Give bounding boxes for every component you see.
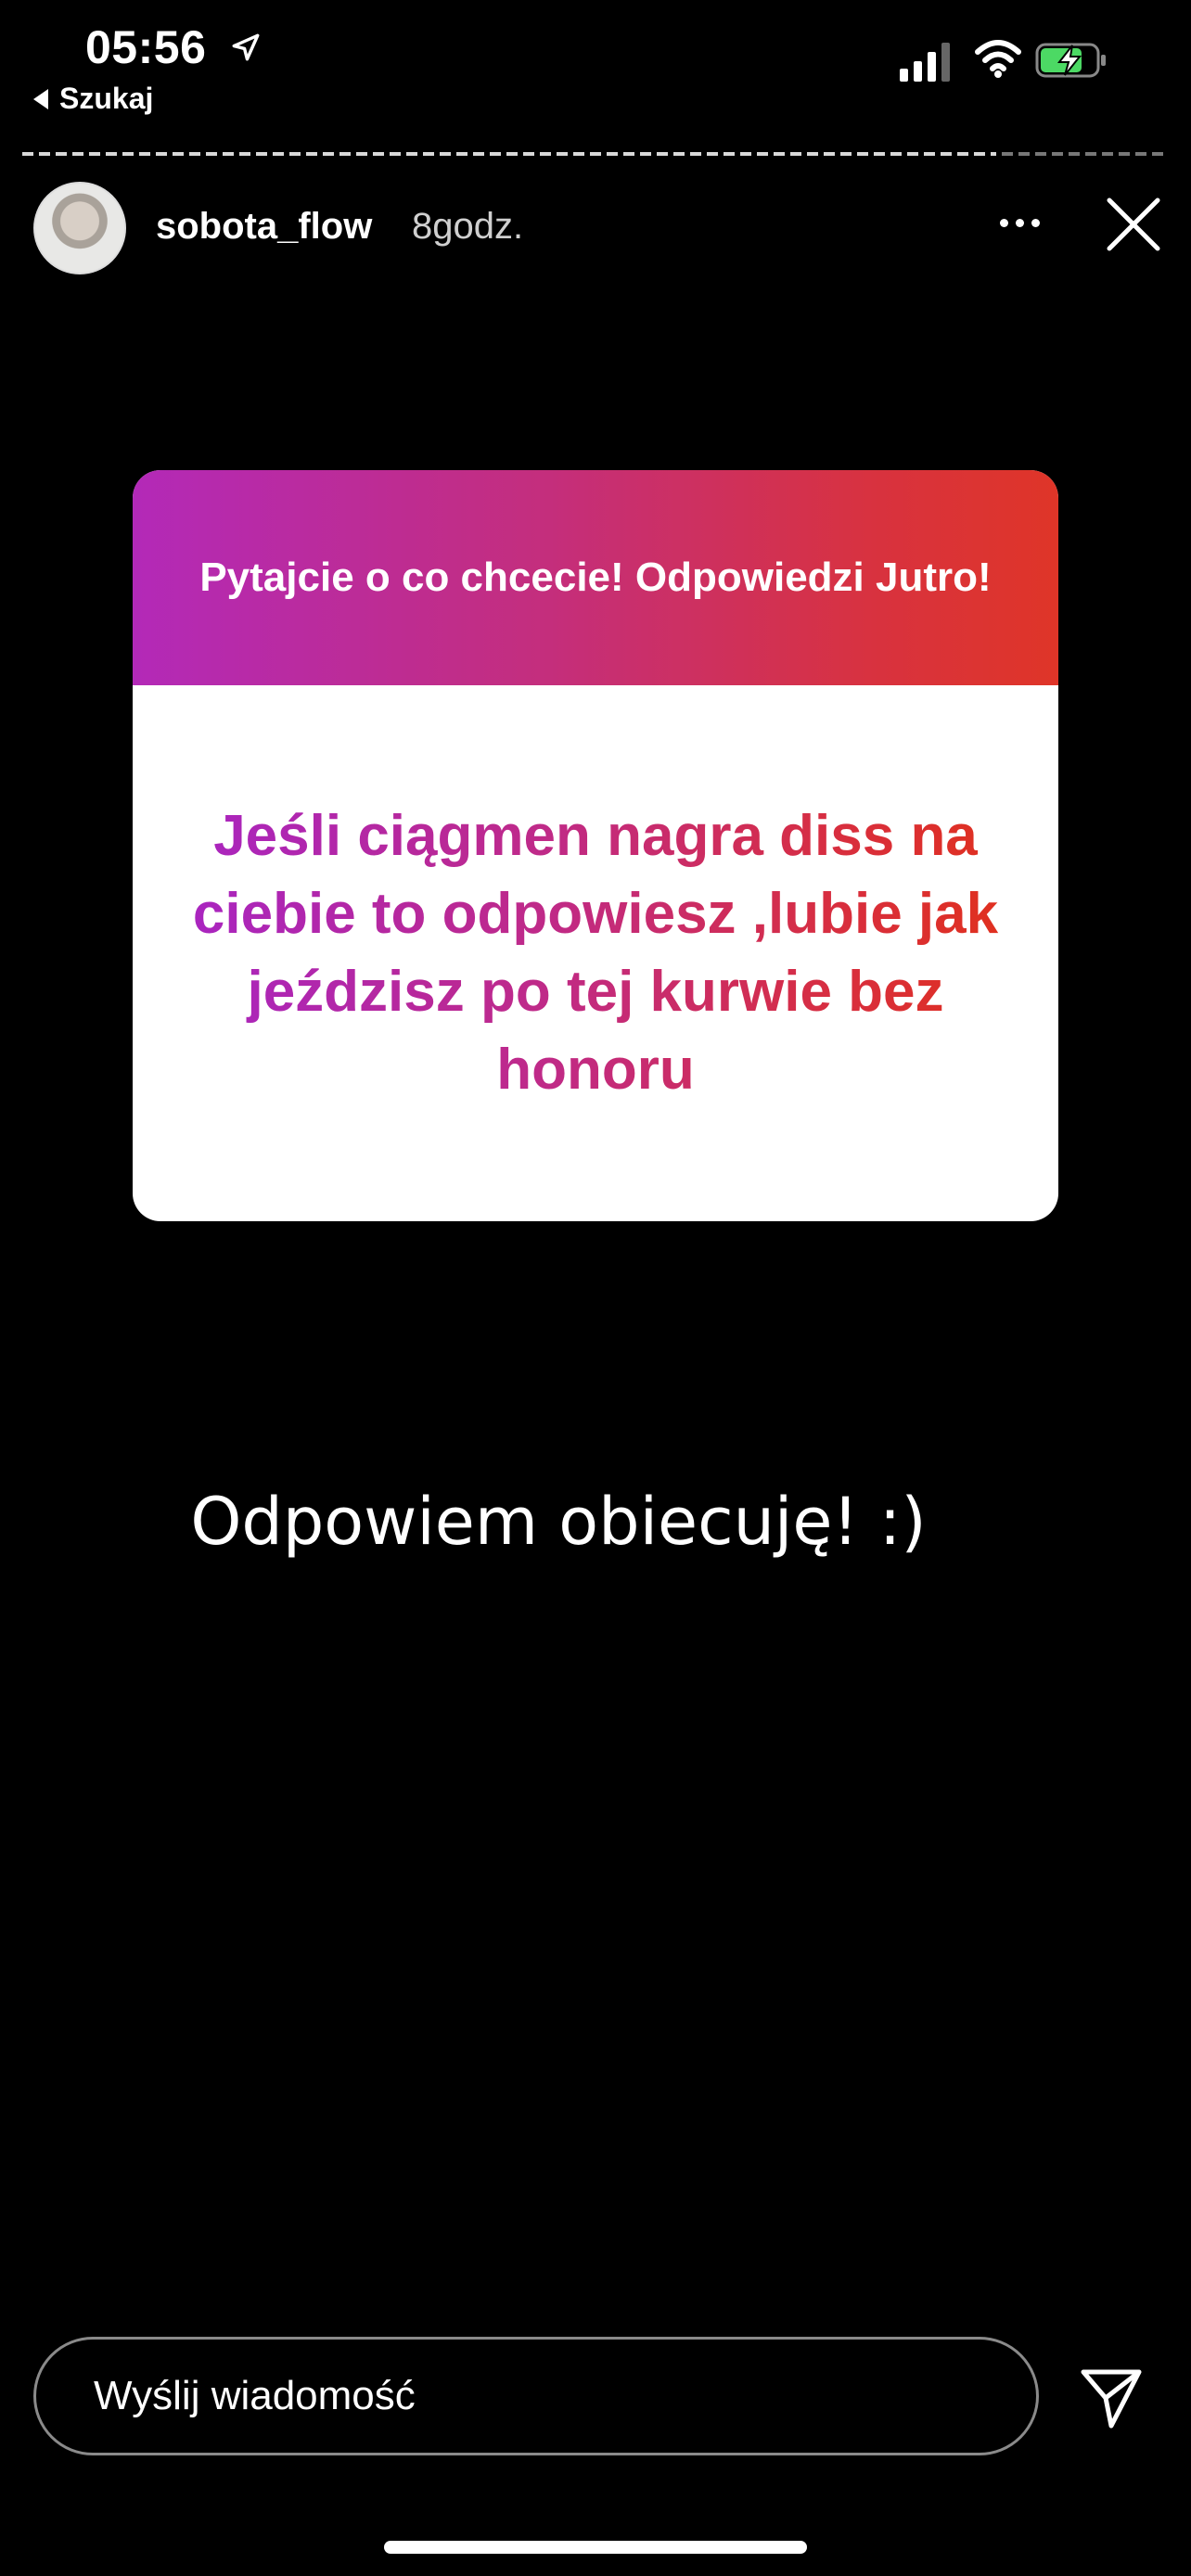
home-indicator[interactable] <box>384 2541 807 2554</box>
post-time: 8godz. <box>412 206 524 247</box>
battery-charging-icon <box>1035 43 1106 78</box>
back-link-label: Szukaj <box>59 82 154 115</box>
story-caption: Odpowiem obiecuję! :) <box>190 1484 927 1560</box>
message-input[interactable]: Wyślij wiadomość <box>33 2337 1039 2455</box>
question-sticker: Pytajcie o co chcecie! Odpowiedzi Jutro!… <box>133 470 1058 1221</box>
avatar[interactable] <box>33 182 126 274</box>
story-progress-bar <box>22 152 1169 156</box>
question-prompt: Pytajcie o co chcecie! Odpowiedzi Jutro! <box>133 470 1058 685</box>
signal-icon <box>900 41 950 82</box>
more-dots-icon[interactable] <box>1000 219 1040 227</box>
close-icon[interactable] <box>1104 195 1163 254</box>
back-arrow-icon <box>33 88 48 109</box>
wifi-icon <box>975 40 1021 78</box>
question-body: Jeśli ciągmen nagra diss na ciebie to od… <box>133 685 1058 1221</box>
back-to-search-link[interactable]: Szukaj <box>33 82 153 116</box>
username[interactable]: sobota_flow <box>156 206 372 248</box>
location-arrow-icon <box>232 33 260 61</box>
status-time: 05:56 <box>85 21 207 73</box>
send-icon[interactable] <box>1078 2365 1145 2431</box>
question-text: Jeśli ciągmen nagra diss na ciebie to od… <box>188 797 1003 1109</box>
